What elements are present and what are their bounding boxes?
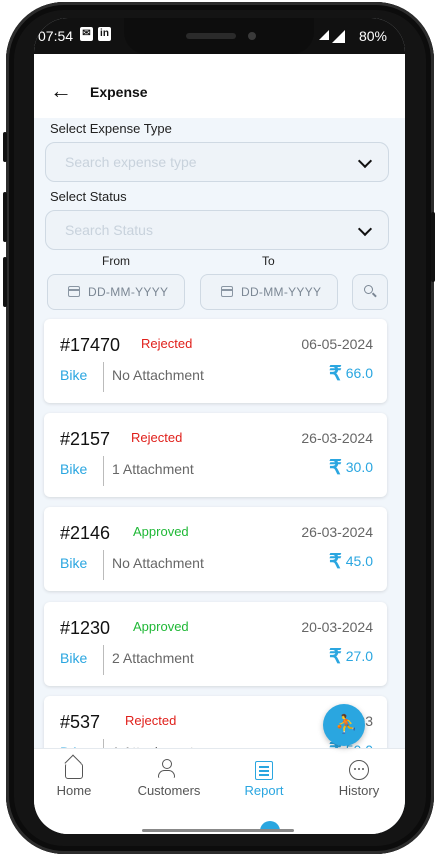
side-button <box>3 192 7 242</box>
to-date-placeholder: DD-MM-YYYY <box>241 285 322 299</box>
amount-value: 66.0 <box>345 365 373 381</box>
expense-id: #1230 <box>60 618 111 638</box>
battery-level: 80% <box>358 28 387 44</box>
expense-type-label: Select Expense Type <box>50 121 172 136</box>
nav-report[interactable]: Report <box>224 759 304 798</box>
bottom-navigation: Home Customers Report History <box>34 748 405 834</box>
expense-amount: ₹66.0 <box>329 361 373 386</box>
home-indicator <box>142 829 294 832</box>
side-button <box>3 132 7 162</box>
nav-home[interactable]: Home <box>34 759 114 798</box>
status-badge: Approved <box>133 619 189 634</box>
divider <box>103 550 104 580</box>
status-dropdown[interactable]: Search Status <box>45 210 389 250</box>
chevron-down-icon <box>357 221 373 237</box>
rupee-icon: ₹ <box>329 646 342 668</box>
from-label: From <box>102 254 130 268</box>
rupee-icon: ₹ <box>329 551 342 573</box>
expense-date: 06-05-2024 <box>301 336 373 352</box>
speaker-grille <box>186 33 236 39</box>
divider <box>103 645 104 675</box>
expense-card[interactable]: #17470 Rejected 06-05-2024 Bike No Attachmen… <box>44 319 387 403</box>
history-icon <box>349 760 369 780</box>
amount-value: 27.0 <box>345 648 373 664</box>
amount-value: 45.0 <box>345 553 373 569</box>
home-icon <box>65 763 83 779</box>
expense-amount: ₹45.0 <box>329 549 373 574</box>
status-badge: Approved <box>133 524 189 539</box>
amount-value: 30.0 <box>345 459 373 475</box>
status-badge: Rejected <box>125 713 177 728</box>
nav-customers[interactable]: Customers <box>129 759 209 798</box>
to-date-field[interactable]: DD-MM-YYYY <box>200 274 338 310</box>
nav-label: History <box>338 783 380 798</box>
directions-button[interactable]: ⛹ <box>323 704 365 746</box>
customers-icon <box>158 759 180 779</box>
from-date-field[interactable]: DD-MM-YYYY <box>47 274 185 310</box>
notification-icon: ✉ <box>80 27 93 41</box>
attachment-count: 1 Attachment <box>112 461 194 477</box>
expense-date: 26-03-2024 <box>301 430 373 446</box>
expense-type: Bike <box>60 461 88 477</box>
expense-type: Bike <box>60 367 88 383</box>
calendar-icon <box>221 286 233 297</box>
side-button <box>3 257 7 307</box>
walking-person-icon: ⛹ <box>335 714 358 734</box>
expense-card[interactable]: #1230 Approved 20-03-2024 Bike 2 Attachment ₹… <box>44 602 387 686</box>
app-screen: 07:54 ✉ in 80% ← Expense Select Expense … <box>34 18 405 834</box>
search-icon <box>364 285 373 294</box>
status-label: Select Status <box>50 189 127 204</box>
to-label: To <box>262 254 275 268</box>
nav-label: Customers <box>137 783 201 798</box>
app-header: ← Expense <box>34 54 405 118</box>
expense-date: 20-03-2024 <box>301 619 373 635</box>
camera-notch <box>124 18 314 54</box>
expense-amount: ₹27.0 <box>329 644 373 669</box>
attachment-count: No Attachment <box>112 367 204 383</box>
calendar-icon <box>68 286 80 297</box>
expense-type-placeholder: Search expense type <box>65 154 197 170</box>
expense-type-dropdown[interactable]: Search expense type <box>45 142 389 182</box>
expense-amount: ₹30.0 <box>329 455 373 480</box>
status-badge: Rejected <box>141 336 193 351</box>
expense-type: Bike <box>60 555 88 571</box>
wifi-icon <box>319 30 329 40</box>
rupee-icon: ₹ <box>329 363 342 385</box>
expense-card[interactable]: #2157 Rejected 26-03-2024 Bike 1 Attachment ₹… <box>44 413 387 497</box>
search-button[interactable] <box>352 274 388 310</box>
back-arrow-icon[interactable]: ← <box>50 80 72 102</box>
expense-date: 26-03-2024 <box>301 524 373 540</box>
divider <box>103 456 104 486</box>
side-button <box>431 212 435 282</box>
report-icon <box>255 761 273 780</box>
expense-id: #17470 <box>60 335 121 355</box>
from-date-placeholder: DD-MM-YYYY <box>88 285 169 299</box>
expense-id: #2146 <box>60 523 111 543</box>
nav-label: Home <box>56 783 92 798</box>
expense-card[interactable]: #2146 Approved 26-03-2024 Bike No Attachment… <box>44 507 387 591</box>
attachment-count: No Attachment <box>112 555 204 571</box>
attachment-count: 2 Attachment <box>112 650 194 666</box>
expense-id: #537 <box>60 712 101 732</box>
expense-id: #2157 <box>60 429 111 449</box>
nav-label: Report <box>244 783 284 798</box>
rupee-icon: ₹ <box>329 457 342 479</box>
divider <box>103 362 104 392</box>
page-title: Expense <box>90 84 148 100</box>
signal-icon <box>332 30 345 43</box>
status-placeholder: Search Status <box>65 222 153 238</box>
front-camera <box>248 32 256 40</box>
nav-history[interactable]: History <box>319 759 399 798</box>
status-time: 07:54 <box>38 28 74 44</box>
linkedin-icon: in <box>98 27 111 41</box>
expense-type: Bike <box>60 650 88 666</box>
status-badge: Rejected <box>131 430 183 445</box>
chevron-down-icon <box>357 153 373 169</box>
